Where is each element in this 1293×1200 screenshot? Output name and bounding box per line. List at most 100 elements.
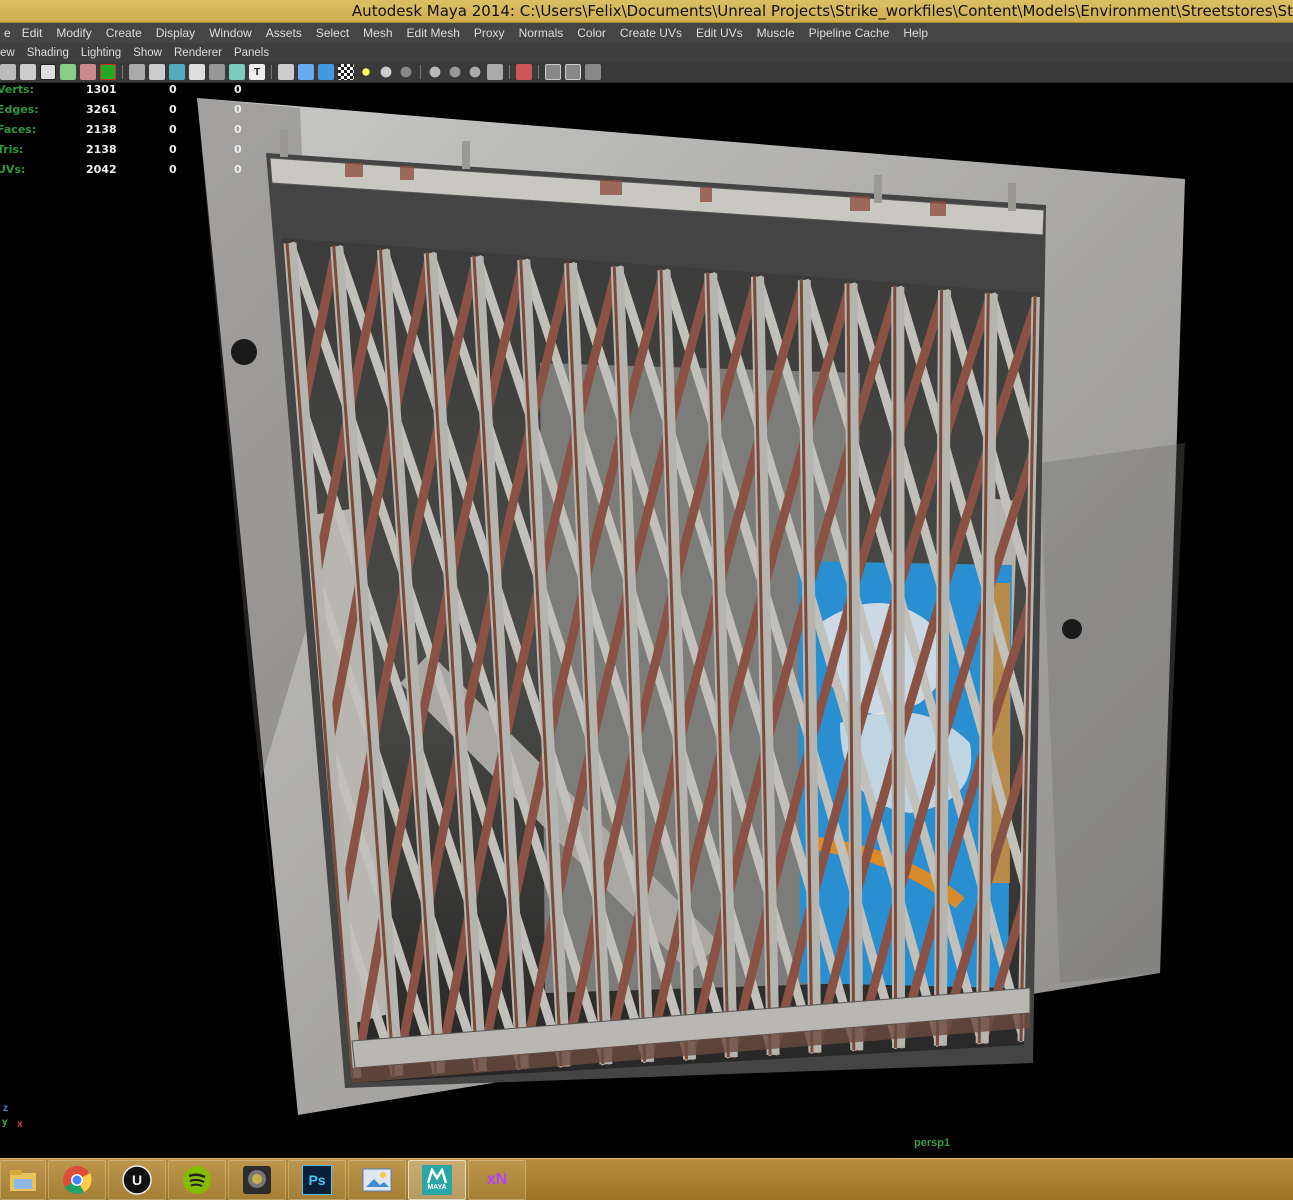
panel-menu-renderer[interactable]: Renderer [168,47,228,59]
image-plane-icon[interactable] [60,64,76,80]
four-view-icon[interactable] [565,64,581,80]
menu-item-window[interactable]: Window [202,26,259,40]
taskbar-button-camera[interactable] [228,1159,286,1200]
hud-row-edges: Edges: 3261 0 0 [0,103,260,123]
hud-value: 0 [234,143,242,156]
menu-item-edit-uvs[interactable]: Edit UVs [689,26,750,40]
menu-item-normals[interactable]: Normals [512,26,571,40]
panel-menu-view[interactable]: ew [0,47,21,59]
camera-attributes-icon[interactable] [20,64,36,80]
menu-item-modify[interactable]: Modify [49,26,98,40]
xray-components-icon[interactable] [467,64,483,80]
window-title: Autodesk Maya 2014: C:\Users\Felix\Docum… [351,2,1293,20]
hud-label: Verts: [0,83,35,96]
panel-menu-lighting[interactable]: Lighting [75,47,127,59]
hud-label: Edges: [0,103,39,116]
taskbar-button-unreal[interactable]: U [108,1159,166,1200]
lights-icon[interactable] [189,64,205,80]
taskbar-button-xnormal[interactable]: xN [468,1159,526,1200]
hud-value: 0 [169,123,177,136]
share-icon[interactable] [585,64,601,80]
default-light-icon[interactable] [358,64,374,80]
taskbar-button-chrome[interactable] [48,1159,106,1200]
hud-value: 0 [234,103,242,116]
panel-menu-panels[interactable]: Panels [228,47,275,59]
hud-row-uvs: UVs: 2042 0 0 [0,163,260,183]
menu-item-edit-mesh[interactable]: Edit Mesh [400,26,467,40]
menu-item-proxy[interactable]: Proxy [467,26,512,40]
gate-vertical-bar-edge [893,286,898,1048]
hud-row-verts: Verts: 1301 0 0 [0,83,260,103]
gate-hanger [462,141,470,169]
menu-item-help[interactable]: Help [896,26,935,40]
panel-menu-show[interactable]: Show [127,47,168,59]
taskbar-button-explorer[interactable] [0,1159,46,1200]
taskbar-button-photoshop[interactable]: Ps [288,1159,346,1200]
photoshop-icon: Ps [302,1164,332,1195]
gate-hanger [280,129,288,157]
panel-toolbar: T [0,62,1293,83]
select-camera-icon[interactable] [0,64,16,80]
single-view-icon[interactable] [545,64,561,80]
bookmarks-icon[interactable] [40,64,56,80]
shadows-icon[interactable] [209,64,225,80]
cube-shaded-icon[interactable] [298,64,314,80]
maya-icon: MAYA [422,1164,452,1195]
isolate-select-icon[interactable] [487,64,503,80]
hud-value: 0 [169,103,177,116]
menu-item-file-fragment[interactable]: e [4,26,15,40]
panel-menu-shading[interactable]: Shading [21,47,75,59]
textured-icon[interactable] [169,64,185,80]
xray-icon[interactable] [427,64,443,80]
main-menu-bar: e Edit Modify Create Display Window Asse… [0,23,1293,43]
xray-joints-icon[interactable] [447,64,463,80]
file-explorer-icon [8,1165,38,1195]
text-icon[interactable]: T [249,64,265,80]
hud-row-faces: Faces: 2138 0 0 [0,123,260,143]
hud-value: 2138 [86,143,117,156]
menu-item-color[interactable]: Color [570,26,613,40]
taskbar-button-spotify[interactable] [168,1159,226,1200]
menu-item-create-uvs[interactable]: Create UVs [613,26,689,40]
axis-y-label: y [2,1117,8,1128]
wireframe-icon[interactable] [129,64,145,80]
menu-item-create[interactable]: Create [99,26,149,40]
no-lights-icon[interactable] [398,64,414,80]
grid-toggle-icon[interactable] [80,64,96,80]
hud-value: 0 [169,143,177,156]
hud-value: 0 [234,123,242,136]
toolbar-separator [122,65,123,79]
hud-value: 2138 [86,123,117,136]
unreal-engine-icon: U [122,1164,152,1195]
viewport-3d[interactable]: Verts: 1301 0 0 Edges: 3261 0 0 Faces: 2… [0,83,1293,1158]
ambient-occlusion-icon[interactable] [229,64,245,80]
spotify-icon [182,1165,212,1195]
os-taskbar: U Ps MAYA xN [0,1158,1293,1200]
hud-value: 0 [169,163,177,176]
scene-render [197,98,1185,1115]
all-lights-icon[interactable] [378,64,394,80]
menu-item-select[interactable]: Select [309,26,356,40]
title-bar: Autodesk Maya 2014: C:\Users\Felix\Docum… [0,0,1293,23]
highlight-icon[interactable] [516,64,532,80]
film-gate-icon[interactable] [100,64,116,80]
cube-wire-icon[interactable] [278,64,294,80]
taskbar-button-maya[interactable]: MAYA [408,1159,466,1200]
menu-item-mesh[interactable]: Mesh [356,26,399,40]
menu-item-pipeline-cache[interactable]: Pipeline Cache [802,26,897,40]
menu-item-edit[interactable]: Edit [15,26,50,40]
hud-row-tris: Tris: 2138 0 0 [0,143,260,163]
checker-icon[interactable] [338,64,354,80]
menu-item-assets[interactable]: Assets [259,26,309,40]
xnormal-icon: xN [486,1170,508,1188]
toolbar-separator [538,65,539,79]
menu-item-display[interactable]: Display [149,26,202,40]
axis-z-label: z [3,1103,8,1114]
hud-label: Faces: [0,123,37,136]
menu-item-muscle[interactable]: Muscle [750,26,802,40]
camera-name-label: persp1 [914,1137,951,1149]
chrome-icon [62,1165,92,1195]
smooth-shade-icon[interactable] [149,64,165,80]
taskbar-button-photo-viewer[interactable] [348,1159,406,1200]
cube-textured-icon[interactable] [318,64,334,80]
